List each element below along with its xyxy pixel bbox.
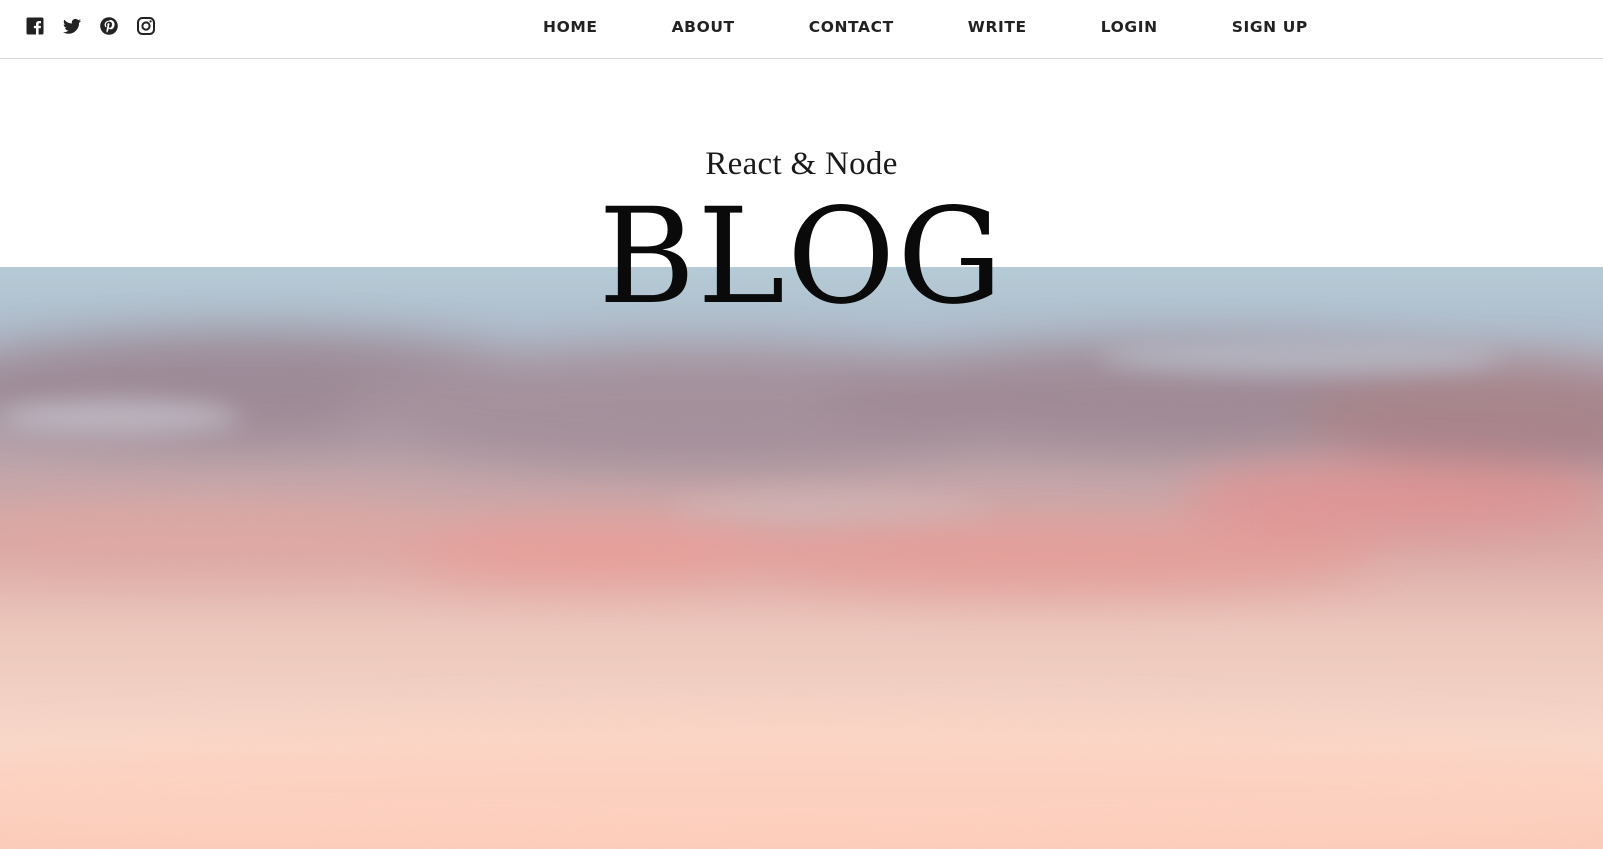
nav-home[interactable]: HOME bbox=[543, 18, 598, 36]
nav-contact[interactable]: CONTACT bbox=[809, 18, 894, 36]
twitter-icon[interactable] bbox=[62, 16, 82, 36]
pinterest-icon[interactable] bbox=[99, 16, 119, 36]
social-links bbox=[25, 16, 156, 36]
nav-signup[interactable]: SIGN UP bbox=[1232, 18, 1308, 36]
nav-login[interactable]: LOGIN bbox=[1101, 18, 1158, 36]
top-navbar: HOME ABOUT CONTACT WRITE LOGIN SIGN UP bbox=[0, 0, 1603, 59]
instagram-icon[interactable] bbox=[136, 16, 156, 36]
header-subtitle: React & Node bbox=[705, 146, 898, 182]
facebook-icon[interactable] bbox=[25, 16, 45, 36]
nav-about[interactable]: ABOUT bbox=[672, 18, 735, 36]
nav-write[interactable]: WRITE bbox=[968, 18, 1027, 36]
main-nav: HOME ABOUT CONTACT WRITE LOGIN SIGN UP bbox=[543, 0, 1308, 54]
sky-illustration bbox=[0, 267, 1603, 849]
hero-image bbox=[0, 267, 1603, 849]
